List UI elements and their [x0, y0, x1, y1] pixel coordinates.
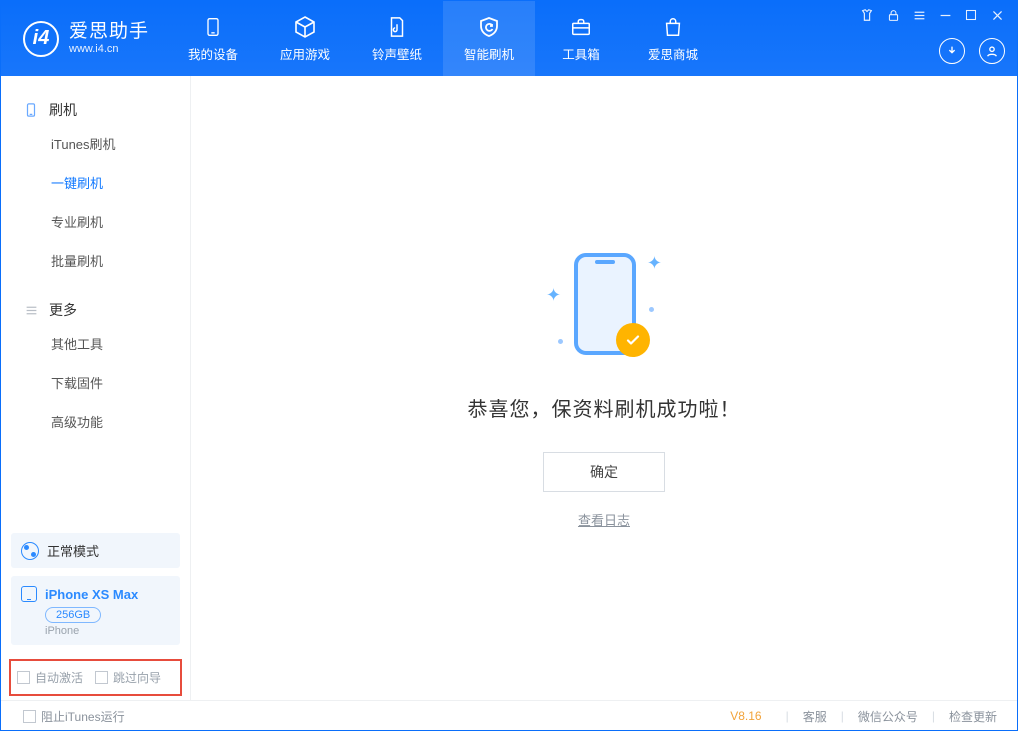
close-button[interactable]: [989, 7, 1005, 23]
device-type: iPhone: [45, 625, 79, 637]
dot-icon: [649, 307, 654, 312]
sidebar-item-batch-flash[interactable]: 批量刷机: [1, 241, 190, 280]
sidebar-item-oneclick-flash[interactable]: 一键刷机: [1, 163, 190, 202]
sidebar-group-more: 更多: [1, 294, 190, 324]
phone-small-icon: [21, 586, 37, 602]
device-card[interactable]: iPhone XS Max 256GB iPhone: [11, 576, 180, 645]
check-update-link[interactable]: 检查更新: [945, 708, 1001, 725]
sidebar-item-advanced[interactable]: 高级功能: [1, 402, 190, 441]
account-button[interactable]: [979, 38, 1005, 64]
checkbox-icon: [23, 710, 36, 723]
checkbox-icon: [17, 671, 30, 684]
minimize-button[interactable]: [937, 7, 953, 23]
nav-smart-flash[interactable]: 智能刷机: [443, 1, 535, 76]
sparkle-icon: ✦: [546, 285, 561, 306]
window-controls: [859, 7, 1005, 23]
version-label: V8.16: [730, 709, 761, 723]
view-log-link[interactable]: 查看日志: [578, 510, 630, 529]
device-mode[interactable]: 正常模式: [11, 533, 180, 568]
sidebar-item-download-firmware[interactable]: 下载固件: [1, 363, 190, 402]
nav-toolbox[interactable]: 工具箱: [535, 1, 627, 76]
sparkle-icon: ✦: [647, 253, 662, 274]
dot-icon: [558, 339, 563, 344]
checkbox-block-itunes[interactable]: 阻止iTunes运行: [23, 708, 125, 725]
success-illustration: ✦ ✦: [544, 247, 664, 367]
phone-icon: [200, 14, 226, 40]
app-logo: i4 爱思助手 www.i4.cn: [1, 21, 167, 57]
options-highlight-box: 自动激活 跳过向导: [9, 659, 182, 696]
sidebar-item-itunes-flash[interactable]: iTunes刷机: [1, 124, 190, 163]
menu-icon[interactable]: [911, 7, 927, 23]
checkbox-icon: [95, 671, 108, 684]
sidebar-item-other-tools[interactable]: 其他工具: [1, 324, 190, 363]
app-name: 爱思助手: [69, 22, 149, 43]
success-message: 恭喜您，保资料刷机成功啦！: [468, 393, 741, 422]
checkbox-skip-guide[interactable]: 跳过向导: [95, 669, 161, 686]
title-bar: i4 爱思助手 www.i4.cn 我的设备 应用游戏 铃声壁纸 智能刷机 工具…: [1, 1, 1017, 76]
nav-store[interactable]: 爱思商城: [627, 1, 719, 76]
device-name: iPhone XS Max: [45, 587, 138, 602]
status-bar: 阻止iTunes运行 V8.16 | 客服 | 微信公众号 | 检查更新: [1, 700, 1017, 731]
nav-apps-games[interactable]: 应用游戏: [259, 1, 351, 76]
device-capacity: 256GB: [45, 607, 101, 623]
lock-icon[interactable]: [885, 7, 901, 23]
top-nav: 我的设备 应用游戏 铃声壁纸 智能刷机 工具箱 爱思商城: [167, 1, 719, 76]
wechat-link[interactable]: 微信公众号: [854, 708, 922, 725]
support-link[interactable]: 客服: [799, 708, 831, 725]
app-url: www.i4.cn: [69, 43, 149, 55]
ok-button[interactable]: 确定: [543, 452, 665, 492]
cube-icon: [292, 14, 318, 40]
music-file-icon: [384, 14, 410, 40]
maximize-button[interactable]: [963, 7, 979, 23]
toolbox-icon: [568, 14, 594, 40]
device-icon: [23, 102, 39, 118]
shirt-icon[interactable]: [859, 7, 875, 23]
check-badge-icon: [616, 323, 650, 357]
sidebar-item-pro-flash[interactable]: 专业刷机: [1, 202, 190, 241]
logo-icon: i4: [23, 21, 59, 57]
main-content: ✦ ✦ 恭喜您，保资料刷机成功啦！ 确定 查看日志: [191, 76, 1017, 700]
nav-ring-wallpaper[interactable]: 铃声壁纸: [351, 1, 443, 76]
sidebar: 刷机 iTunes刷机 一键刷机 专业刷机 批量刷机 更多 其他工具 下载固件 …: [1, 76, 191, 700]
mode-icon: [21, 542, 39, 560]
nav-my-device[interactable]: 我的设备: [167, 1, 259, 76]
refresh-shield-icon: [476, 14, 502, 40]
checkbox-auto-activate[interactable]: 自动激活: [17, 669, 83, 686]
download-button[interactable]: [939, 38, 965, 64]
list-icon: [23, 302, 39, 318]
bag-icon: [660, 14, 686, 40]
sidebar-group-flash: 刷机: [1, 94, 190, 124]
